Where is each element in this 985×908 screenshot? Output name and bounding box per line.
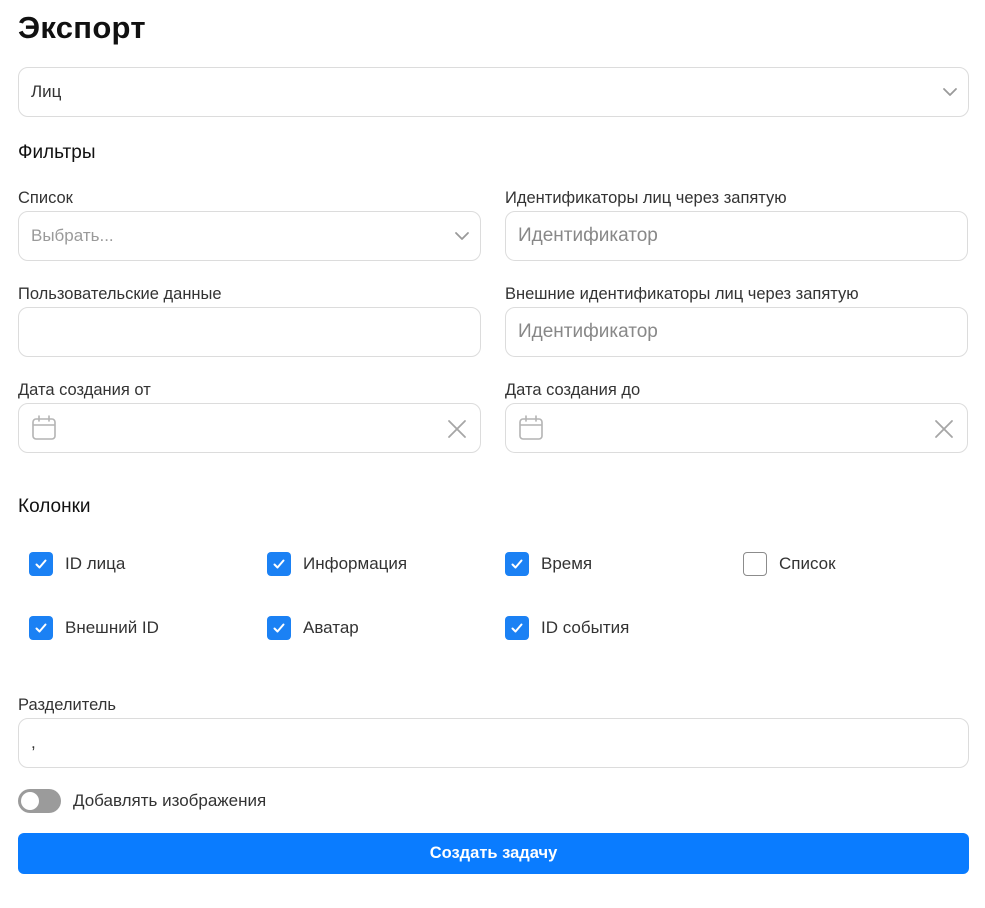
checkbox[interactable] xyxy=(505,616,529,640)
column-checkbox-list[interactable]: Список xyxy=(743,552,836,576)
checkbox-label: Внешний ID xyxy=(65,618,159,637)
column-checkbox-avatar[interactable]: Аватар xyxy=(267,616,359,640)
external-ids-placeholder: Идентификатор xyxy=(518,321,658,342)
checkmark-icon xyxy=(35,623,47,633)
created-from-datepicker[interactable] xyxy=(18,403,481,453)
close-icon[interactable] xyxy=(447,419,467,439)
column-checkbox-information[interactable]: Информация xyxy=(267,552,407,576)
created-to-label: Дата создания до xyxy=(505,381,641,399)
separator-label: Разделитель xyxy=(18,696,116,714)
checkbox[interactable] xyxy=(743,552,767,576)
checkbox-label: Информация xyxy=(303,554,408,573)
export-type-select[interactable]: Лиц xyxy=(18,67,969,117)
separator-input[interactable]: , xyxy=(18,718,969,768)
created-to-datepicker[interactable] xyxy=(505,403,968,453)
checkbox[interactable] xyxy=(29,616,53,640)
checkmark-icon xyxy=(35,559,47,569)
checkbox-label: ID лица xyxy=(65,554,126,573)
face-ids-label: Идентификаторы лиц через запятую xyxy=(505,189,787,207)
toggle-knob xyxy=(21,792,39,810)
column-checkbox-external-id[interactable]: Внешний ID xyxy=(29,616,159,640)
add-images-label: Добавлять изображения xyxy=(73,791,267,810)
column-checkbox-face-id[interactable]: ID лица xyxy=(29,552,125,576)
created-from-label: Дата создания от xyxy=(18,381,151,399)
face-ids-input[interactable]: Идентификатор xyxy=(505,211,968,261)
checkmark-icon xyxy=(511,623,523,633)
checkbox[interactable] xyxy=(505,552,529,576)
separator-value: , xyxy=(31,733,36,752)
calendar-icon xyxy=(32,415,56,440)
checkmark-icon xyxy=(511,559,523,569)
page-title: Экспорт xyxy=(18,10,146,45)
filters-heading: Фильтры xyxy=(18,142,96,163)
user-data-label: Пользовательские данные xyxy=(18,285,222,303)
column-checkbox-event-id[interactable]: ID события xyxy=(505,616,629,640)
checkbox[interactable] xyxy=(267,616,291,640)
checkmark-icon xyxy=(273,559,285,569)
checkbox[interactable] xyxy=(29,552,53,576)
list-label: Список xyxy=(18,189,73,207)
checkbox-label: Список xyxy=(779,554,836,573)
checkbox-label: Время xyxy=(541,554,593,573)
columns-heading: Колонки xyxy=(18,496,91,517)
checkbox-label: ID события xyxy=(541,618,630,637)
chevron-down-icon xyxy=(455,232,469,240)
create-task-button[interactable]: Создать задачу xyxy=(18,833,969,874)
calendar-icon xyxy=(519,415,543,440)
chevron-down-icon xyxy=(943,88,957,96)
checkmark-icon xyxy=(273,623,285,633)
close-icon[interactable] xyxy=(934,419,954,439)
external-ids-label: Внешние идентификаторы лиц через запятую xyxy=(505,285,859,303)
user-data-input[interactable] xyxy=(18,307,481,357)
external-ids-input[interactable]: Идентификатор xyxy=(505,307,968,357)
checkbox-label: Аватар xyxy=(303,618,359,637)
add-images-toggle[interactable] xyxy=(18,789,61,813)
export-type-value: Лиц xyxy=(31,82,62,101)
list-select[interactable]: Выбрать... xyxy=(18,211,481,261)
column-checkbox-time[interactable]: Время xyxy=(505,552,592,576)
checkbox[interactable] xyxy=(267,552,291,576)
list-select-placeholder: Выбрать... xyxy=(31,226,114,245)
face-ids-placeholder: Идентификатор xyxy=(518,225,658,246)
